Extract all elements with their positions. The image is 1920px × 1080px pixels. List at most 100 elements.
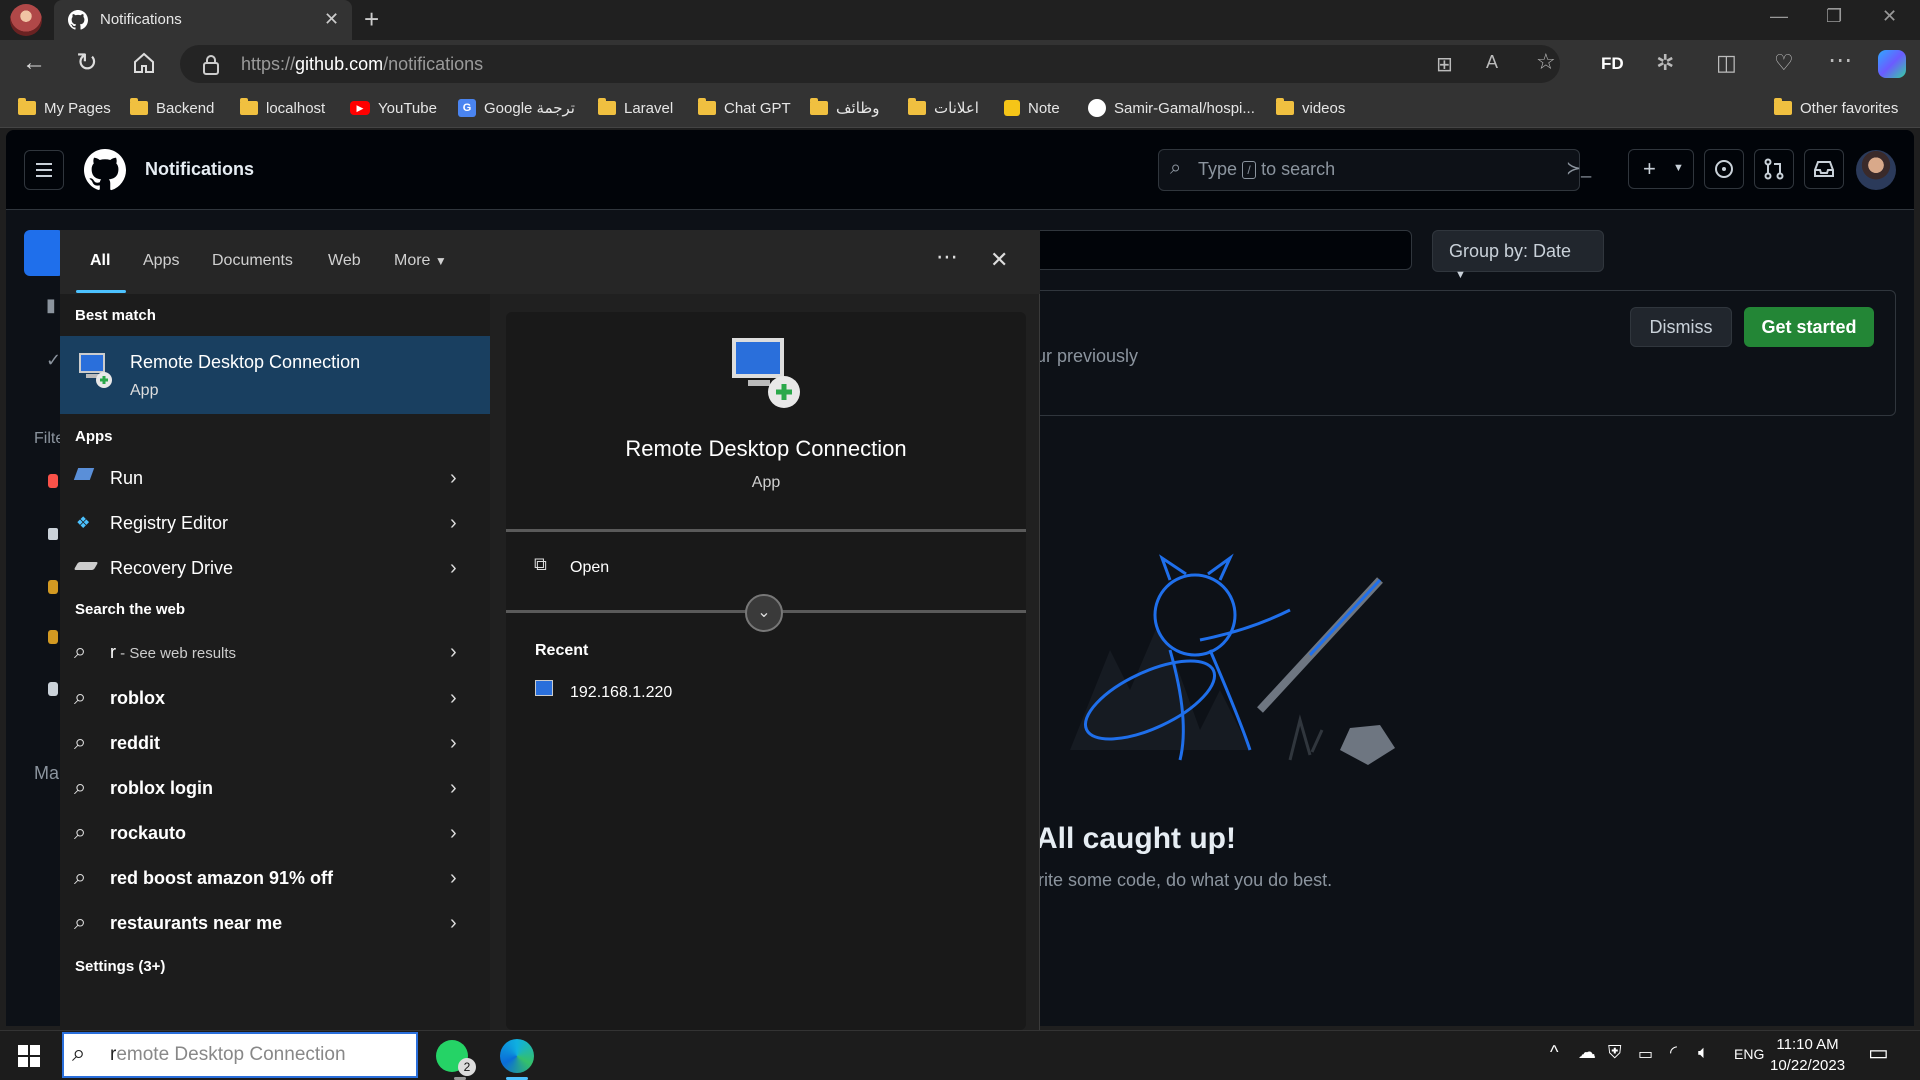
chevron-right-icon[interactable]: › [450,687,457,710]
bookmark-chat-gpt[interactable]: Chat GPT [698,97,791,119]
filter-mention-icon[interactable] [48,580,58,594]
best-match-item[interactable]: Remote Desktop Connection App [60,336,490,414]
chevron-right-icon[interactable]: › [450,641,457,664]
edge-browser-icon[interactable] [500,1039,534,1073]
tab-apps[interactable]: Apps [143,252,179,270]
bookmark-google-translate[interactable]: G Google ترجمة [458,97,575,119]
more-options-icon[interactable]: ⋯ [936,244,958,270]
close-tab-icon[interactable]: ✕ [324,9,339,30]
chevron-right-icon[interactable]: › [450,822,457,845]
tab-documents[interactable]: Documents [212,252,293,270]
settings-header[interactable]: Settings (3+) [75,958,165,975]
wifi-icon[interactable]: ◜ [1670,1042,1677,1063]
favorite-star-icon[interactable]: ☆ [1536,49,1556,75]
app-item-recovery-drive[interactable]: Recovery Drive › [60,546,490,590]
filter-review-icon[interactable] [48,682,58,696]
chevron-right-icon[interactable]: › [450,467,457,490]
lock-icon[interactable] [202,55,220,75]
app-available-icon[interactable]: ⊞ [1436,52,1453,77]
chevron-right-icon[interactable]: › [450,912,457,935]
issues-icon[interactable] [1704,149,1744,189]
app-item-registry-editor[interactable]: ❖ Registry Editor › [60,501,490,545]
refresh-icon[interactable]: ↻ [76,47,98,78]
battery-icon[interactable]: ▭ [1638,1044,1653,1064]
page-title[interactable]: Notifications [145,159,254,180]
close-icon[interactable]: ✕ [990,247,1008,273]
inbox-icon[interactable] [1804,149,1844,189]
group-by-dropdown[interactable]: Group by: Date ▼ [1432,230,1604,281]
open-label[interactable]: Open [570,559,609,577]
web-item-see-results[interactable]: ⌕ r - See web results › [60,630,490,674]
new-tab-button[interactable]: + [364,4,379,35]
web-item-roblox-login[interactable]: ⌕ roblox login › [60,766,490,810]
chevron-right-icon[interactable]: › [450,557,457,580]
more-menu-icon[interactable]: ⋯ [1828,46,1852,75]
filter-assigned-icon[interactable] [48,474,58,488]
bookmark-localhost[interactable]: localhost [240,97,325,119]
web-item-red-boost[interactable]: ⌕ red boost amazon 91% off › [60,856,490,900]
hamburger-menu-button[interactable] [24,150,64,190]
bookmark-my-pages[interactable]: My Pages [18,97,111,119]
inbox-filter-selected[interactable] [24,230,64,276]
bookmark-other-favorites[interactable]: Other favorites [1774,97,1898,119]
taskbar-search-text[interactable]: remote Desktop Connection [110,1044,346,1066]
web-item-roblox[interactable]: ⌕ roblox › [60,676,490,720]
bookmark-samir-gamal[interactable]: Samir-Gamal/hospi... [1088,97,1255,119]
app-item-run[interactable]: Run › [60,456,490,500]
tab-more[interactable]: More ▼ [394,252,447,270]
windows-start-icon[interactable] [18,1045,40,1067]
chevron-right-icon[interactable]: › [450,512,457,535]
bookmark-jobs[interactable]: وظائف [810,97,879,119]
get-started-button[interactable]: Get started [1744,307,1874,347]
language-indicator[interactable]: ENG [1734,1046,1764,1062]
url-text[interactable]: https://github.com/notifications [241,54,483,75]
volume-icon[interactable]: 🔈︎ [1698,1042,1709,1063]
done-check-icon[interactable]: ✓ [46,350,61,371]
notification-center-icon[interactable]: ▭ [1868,1040,1889,1066]
chevron-up-icon[interactable]: ^ [1550,1042,1558,1063]
chevron-right-icon[interactable]: › [450,777,457,800]
home-icon[interactable] [132,51,156,75]
bookmark-note[interactable]: Note [1004,97,1060,119]
web-item-reddit[interactable]: ⌕ reddit › [60,721,490,765]
bookmark-backend[interactable]: Backend [130,97,214,119]
notifications-filter-input[interactable] [1020,230,1412,270]
saved-icon[interactable]: ▮ [46,295,56,316]
bookmark-ads[interactable]: اعلانات [908,97,979,119]
extension-fd-icon[interactable]: FD [1601,54,1624,74]
system-clock[interactable]: 11:10 AM 10/22/2023 [1770,1034,1845,1076]
browser-tab[interactable]: Notifications ✕ [54,0,352,40]
minimize-icon[interactable]: — [1770,6,1788,27]
filter-team-icon[interactable] [48,630,58,644]
profile-avatar[interactable] [10,4,42,36]
github-logo-icon[interactable] [84,149,126,191]
browser-essentials-icon[interactable]: ♡ [1774,50,1794,76]
bookmark-videos[interactable]: videos [1276,97,1345,119]
user-avatar[interactable] [1856,150,1896,190]
expand-chevron-button[interactable]: ⌄ [745,594,783,632]
chevron-right-icon[interactable]: › [450,732,457,755]
pull-requests-icon[interactable] [1754,149,1794,189]
extensions-icon[interactable]: ✲ [1656,50,1674,76]
chevron-right-icon[interactable]: › [450,867,457,890]
close-window-icon[interactable]: ✕ [1882,6,1897,27]
filter-comment-icon[interactable] [48,528,58,540]
back-icon[interactable]: ← [22,49,46,77]
tab-web[interactable]: Web [328,252,361,270]
onedrive-icon[interactable]: ☁ [1578,1042,1596,1063]
bookmark-youtube[interactable]: ▶ YouTube [350,97,437,119]
bookmark-laravel[interactable]: Laravel [598,97,673,119]
security-icon[interactable]: ⛨ [1608,1042,1622,1063]
web-item-restaurants[interactable]: ⌕ restaurants near me › [60,901,490,945]
dismiss-button[interactable]: Dismiss [1630,307,1732,347]
recent-item[interactable]: 192.168.1.220 [570,684,672,702]
read-aloud-icon[interactable]: A [1486,52,1498,73]
split-screen-icon[interactable]: ◫ [1716,50,1737,76]
restore-icon[interactable]: ❐ [1826,6,1842,27]
create-new-button[interactable]: + ▼ [1628,149,1694,189]
copilot-icon[interactable] [1878,50,1906,78]
tab-all[interactable]: All [90,252,110,270]
web-item-rockauto[interactable]: ⌕ rockauto › [60,811,490,855]
bookmark-label: اعلانات [934,100,979,117]
command-palette-icon[interactable]: ≻_ [1566,158,1591,179]
